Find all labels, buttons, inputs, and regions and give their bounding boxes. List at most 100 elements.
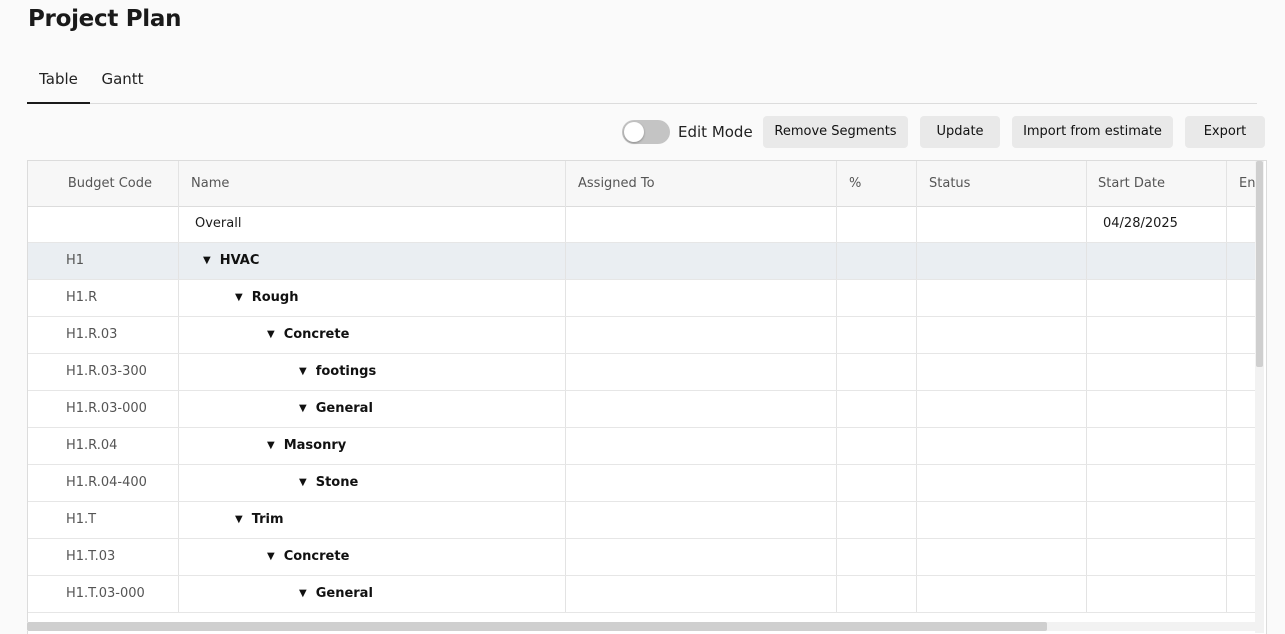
start-date-cell[interactable] — [1087, 317, 1227, 353]
budget-code-cell: H1.R.03 — [28, 317, 179, 353]
caret-down-icon[interactable]: ▼ — [267, 428, 275, 464]
table-row[interactable]: Overall 04/28/2025 — [28, 206, 1256, 243]
export-button[interactable]: Export — [1185, 116, 1265, 148]
budget-code-cell: H1.T — [28, 502, 179, 538]
percent-cell[interactable] — [837, 428, 917, 464]
assigned-to-cell[interactable] — [566, 391, 837, 427]
update-button[interactable]: Update — [920, 116, 1000, 148]
status-cell[interactable] — [917, 206, 1087, 242]
start-date-cell[interactable] — [1087, 354, 1227, 390]
budget-code-cell: H1.R — [28, 280, 179, 316]
status-cell[interactable] — [917, 539, 1087, 575]
start-date-cell[interactable] — [1087, 280, 1227, 316]
table-row[interactable]: H1.T.03 ▼ Concrete — [28, 539, 1256, 576]
percent-cell[interactable] — [837, 354, 917, 390]
edit-mode-toggle[interactable] — [622, 120, 670, 144]
assigned-to-cell[interactable] — [566, 428, 837, 464]
budget-code-cell — [28, 206, 179, 242]
vertical-scrollbar-thumb[interactable] — [1256, 161, 1263, 367]
name-cell: ▼ Masonry — [179, 428, 566, 464]
table-row[interactable]: H1.R.04 ▼ Masonry — [28, 428, 1256, 465]
start-date-cell[interactable] — [1087, 576, 1227, 612]
assigned-to-cell[interactable] — [566, 465, 837, 501]
start-date-cell[interactable] — [1087, 539, 1227, 575]
percent-cell[interactable] — [837, 280, 917, 316]
horizontal-scrollbar-thumb[interactable] — [27, 622, 1047, 631]
assigned-to-cell[interactable] — [566, 206, 837, 242]
status-cell[interactable] — [917, 280, 1087, 316]
assigned-to-cell[interactable] — [566, 539, 837, 575]
start-date-cell[interactable] — [1087, 465, 1227, 501]
caret-down-icon[interactable]: ▼ — [299, 465, 307, 501]
caret-down-icon[interactable]: ▼ — [267, 317, 275, 353]
budget-code-cell: H1.T.03-000 — [28, 576, 179, 612]
status-cell[interactable] — [917, 428, 1087, 464]
name-cell: ▼ General — [179, 576, 566, 612]
column-header-budget-code[interactable]: Budget Code — [28, 161, 179, 206]
budget-code-cell: H1.R.04 — [28, 428, 179, 464]
row-name-label: Trim — [251, 512, 284, 527]
tab-gantt[interactable]: Gantt — [101, 62, 144, 102]
edit-mode-label: Edit Mode — [678, 123, 753, 141]
caret-down-icon[interactable]: ▼ — [203, 243, 211, 279]
caret-down-icon[interactable]: ▼ — [299, 576, 307, 612]
table-row[interactable]: H1 ▼ HVAC — [28, 243, 1256, 280]
assigned-to-cell[interactable] — [566, 243, 837, 279]
status-cell[interactable] — [917, 354, 1087, 390]
assigned-to-cell[interactable] — [566, 502, 837, 538]
toggle-knob — [624, 122, 644, 142]
status-cell[interactable] — [917, 465, 1087, 501]
column-header-status[interactable]: Status — [917, 161, 1087, 206]
caret-down-icon[interactable]: ▼ — [235, 280, 243, 316]
toolbar: Edit Mode Remove Segments Update Import … — [0, 116, 1285, 148]
budget-code-cell: H1.R.04-400 — [28, 465, 179, 501]
table-row[interactable]: H1.R.04-400 ▼ Stone — [28, 465, 1256, 502]
assigned-to-cell[interactable] — [566, 280, 837, 316]
row-name-label: Masonry — [283, 438, 347, 453]
status-cell[interactable] — [917, 576, 1087, 612]
name-cell: ▼ HVAC — [179, 243, 566, 279]
name-cell: ▼ Rough — [179, 280, 566, 316]
percent-cell[interactable] — [837, 576, 917, 612]
assigned-to-cell[interactable] — [566, 576, 837, 612]
percent-cell[interactable] — [837, 206, 917, 242]
status-cell[interactable] — [917, 391, 1087, 427]
start-date-cell[interactable] — [1087, 428, 1227, 464]
percent-cell[interactable] — [837, 502, 917, 538]
assigned-to-cell[interactable] — [566, 317, 837, 353]
assigned-to-cell[interactable] — [566, 354, 837, 390]
column-header-name[interactable]: Name — [179, 161, 566, 206]
column-header-start-date[interactable]: Start Date — [1087, 161, 1227, 206]
table-row[interactable]: H1.R.03 ▼ Concrete — [28, 317, 1256, 354]
import-from-estimate-button[interactable]: Import from estimate — [1012, 116, 1173, 148]
percent-cell[interactable] — [837, 465, 917, 501]
table-row[interactable]: H1.T ▼ Trim — [28, 502, 1256, 539]
grid-header-row: Budget Code Name Assigned To % Status St… — [28, 161, 1264, 207]
column-header-assigned-to[interactable]: Assigned To — [566, 161, 837, 206]
table-row[interactable]: H1.R.03-300 ▼ footings — [28, 354, 1256, 391]
remove-segments-button[interactable]: Remove Segments — [763, 116, 908, 148]
start-date-cell[interactable] — [1087, 391, 1227, 427]
start-date-cell[interactable]: 04/28/2025 — [1087, 206, 1227, 242]
table-row[interactable]: H1.R.03-000 ▼ General — [28, 391, 1256, 428]
column-header-percent[interactable]: % — [837, 161, 917, 206]
caret-down-icon[interactable]: ▼ — [299, 391, 307, 427]
caret-down-icon[interactable]: ▼ — [299, 354, 307, 390]
table-row[interactable]: H1.R ▼ Rough — [28, 280, 1256, 317]
start-date-cell[interactable] — [1087, 502, 1227, 538]
caret-down-icon[interactable]: ▼ — [267, 539, 275, 575]
percent-cell[interactable] — [837, 317, 917, 353]
status-cell[interactable] — [917, 317, 1087, 353]
percent-cell[interactable] — [837, 243, 917, 279]
row-name-label: Stone — [315, 475, 359, 490]
tab-table[interactable]: Table — [27, 62, 90, 104]
status-cell[interactable] — [917, 502, 1087, 538]
start-date-cell[interactable] — [1087, 243, 1227, 279]
budget-code-cell: H1.R.03-300 — [28, 354, 179, 390]
table-row[interactable]: H1.T.03-000 ▼ General — [28, 576, 1256, 613]
status-cell[interactable] — [917, 243, 1087, 279]
percent-cell[interactable] — [837, 539, 917, 575]
percent-cell[interactable] — [837, 391, 917, 427]
caret-down-icon[interactable]: ▼ — [235, 502, 243, 538]
row-name-label: General — [315, 401, 373, 416]
